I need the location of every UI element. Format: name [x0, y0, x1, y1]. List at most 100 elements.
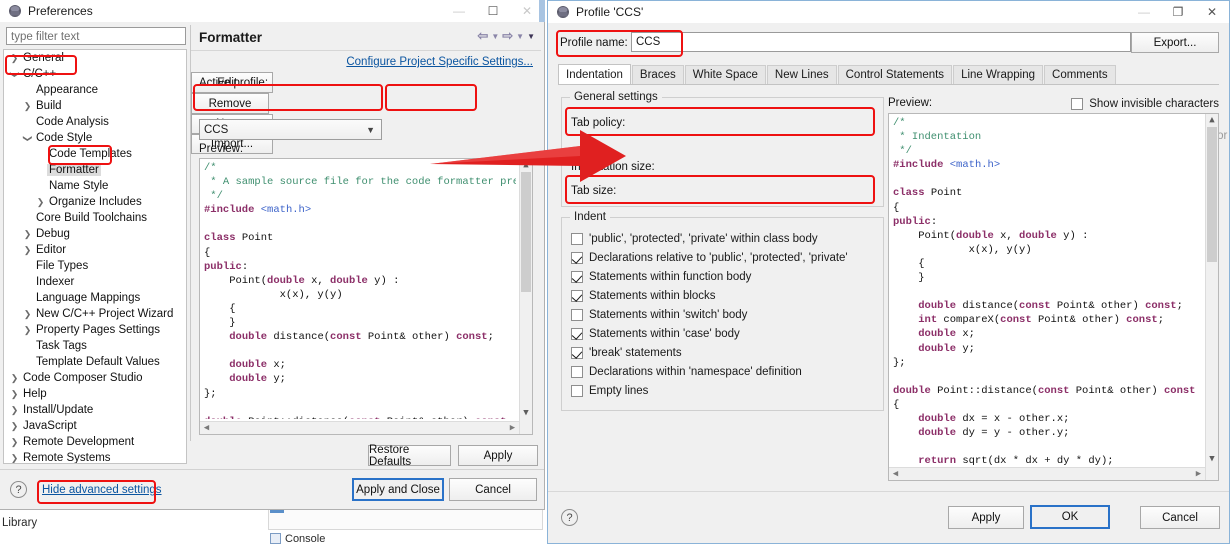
scroll-down-arrow-icon[interactable]: ▼: [1206, 453, 1218, 466]
forward-arrow-icon[interactable]: ⇨: [502, 28, 513, 44]
scrollbar-thumb[interactable]: [521, 172, 531, 292]
chevron-right-icon[interactable]: ❯: [21, 325, 34, 336]
preview-vertical-scrollbar[interactable]: ▲ ▼: [519, 159, 532, 434]
profile-preview-code[interactable]: /* * Indentation */ #include <math.h> cl…: [888, 113, 1219, 481]
chevron-right-icon[interactable]: ❯: [8, 405, 21, 416]
sidebar-item-debug[interactable]: ❯ Debug: [4, 226, 186, 242]
configure-project-specific-settings-link[interactable]: Configure Project Specific Settings...: [346, 56, 533, 68]
sidebar-item-file-types[interactable]: File Types: [4, 258, 186, 274]
help-icon[interactable]: ?: [561, 509, 578, 526]
view-menu-icon[interactable]: ▼: [527, 32, 535, 41]
scroll-left-arrow-icon[interactable]: ◀: [889, 468, 902, 480]
sidebar-item-code-analysis[interactable]: Code Analysis: [4, 114, 186, 130]
scrollbar-thumb[interactable]: [1207, 127, 1217, 262]
profile-preview-horizontal-scrollbar[interactable]: ◀ ▶: [889, 467, 1205, 480]
tab-white-space[interactable]: White Space: [684, 65, 766, 84]
tab-comments[interactable]: Comments: [1044, 65, 1116, 84]
show-invisible-row[interactable]: Show invisible characters: [1071, 94, 1219, 113]
sidebar-item-code-composer-studio[interactable]: ❯ Code Composer Studio: [4, 370, 186, 386]
minimize-button[interactable]: —: [1127, 1, 1161, 23]
chevron-right-icon[interactable]: ❯: [8, 53, 21, 64]
maximize-button[interactable]: ☐: [476, 0, 510, 22]
scroll-right-arrow-icon[interactable]: ▶: [506, 422, 519, 434]
chevron-right-icon[interactable]: ❯: [34, 197, 47, 208]
sidebar-item-code-templates[interactable]: Code Templates: [4, 146, 186, 162]
show-invisible-checkbox[interactable]: [1071, 97, 1084, 110]
tab-new-lines[interactable]: New Lines: [766, 65, 837, 84]
chevron-down-icon[interactable]: ❯: [9, 68, 20, 81]
indent-option-2[interactable]: Statements within function body: [571, 267, 881, 286]
close-button[interactable]: ✕: [1195, 1, 1229, 23]
chevron-right-icon[interactable]: ❯: [21, 309, 34, 320]
remove-profile-button[interactable]: Remove: [191, 93, 269, 114]
chevron-right-icon[interactable]: ❯: [8, 453, 21, 464]
sidebar-item-build[interactable]: ❯ Build: [4, 98, 186, 114]
sidebar-item-formatter[interactable]: Formatter: [4, 162, 186, 178]
sidebar-item-task-tags[interactable]: Task Tags: [4, 338, 186, 354]
formatter-preview-code[interactable]: /* * A sample source file for the code f…: [199, 158, 533, 435]
apply-and-close-button[interactable]: Apply and Close: [352, 478, 444, 501]
scroll-up-arrow-icon[interactable]: ▲: [1206, 114, 1218, 127]
sidebar-item-remote-systems[interactable]: ❯ Remote Systems: [4, 450, 186, 464]
tab-indentation[interactable]: Indentation: [558, 64, 631, 84]
sidebar-item-c-c[interactable]: ❯ C/C++: [4, 66, 186, 82]
filter-input[interactable]: type filter text: [6, 27, 186, 45]
chevron-right-icon[interactable]: ❯: [21, 245, 34, 256]
profile-cancel-button[interactable]: Cancel: [1140, 506, 1220, 529]
chevron-right-icon[interactable]: ❯: [8, 437, 21, 448]
chevron-right-icon[interactable]: ❯: [21, 229, 34, 240]
profile-ok-button[interactable]: OK: [1030, 505, 1110, 529]
indent-option-4[interactable]: Statements within 'switch' body: [571, 305, 881, 324]
checkbox[interactable]: [571, 346, 583, 359]
preferences-tree[interactable]: ❯ General ❯ C/C++ Appearance ❯ Build Code Analy…: [3, 49, 187, 464]
scroll-down-arrow-icon[interactable]: ▼: [520, 407, 532, 420]
sidebar-item-general[interactable]: ❯ General: [4, 50, 186, 66]
profile-apply-button[interactable]: Apply: [948, 506, 1024, 529]
sidebar-item-editor[interactable]: ❯ Editor: [4, 242, 186, 258]
maximize-button[interactable]: ❐: [1161, 1, 1195, 23]
checkbox[interactable]: [571, 365, 583, 378]
chevron-right-icon[interactable]: ❯: [21, 101, 34, 112]
checkbox[interactable]: [571, 251, 583, 264]
back-dropdown-icon[interactable]: ▼: [491, 32, 499, 41]
checkbox[interactable]: [571, 384, 583, 397]
checkbox[interactable]: [571, 232, 583, 245]
sidebar-item-install-update[interactable]: ❯ Install/Update: [4, 402, 186, 418]
profile-name-input[interactable]: CCS: [631, 32, 1131, 52]
chevron-right-icon[interactable]: ❯: [8, 421, 21, 432]
tab-control-statements[interactable]: Control Statements: [837, 65, 953, 84]
sidebar-item-organize-includes[interactable]: ❯ Organize Includes: [4, 194, 186, 210]
help-icon[interactable]: ?: [10, 481, 27, 498]
scroll-left-arrow-icon[interactable]: ◀: [200, 422, 213, 434]
chevron-right-icon[interactable]: ❯: [8, 389, 21, 400]
sidebar-item-indexer[interactable]: Indexer: [4, 274, 186, 290]
checkbox[interactable]: [571, 289, 583, 302]
forward-dropdown-icon[interactable]: ▼: [516, 32, 524, 41]
indent-option-3[interactable]: Statements within blocks: [571, 286, 881, 305]
sidebar-item-name-style[interactable]: Name Style: [4, 178, 186, 194]
scroll-right-arrow-icon[interactable]: ▶: [1192, 468, 1205, 480]
sidebar-item-remote-development[interactable]: ❯ Remote Development: [4, 434, 186, 450]
profile-tabs[interactable]: Indentation Braces White Space New Lines Con…: [558, 64, 1219, 85]
minimize-button[interactable]: —: [442, 0, 476, 22]
export-button[interactable]: Export...: [1131, 32, 1219, 53]
indent-option-0[interactable]: 'public', 'protected', 'private' within …: [571, 229, 881, 248]
checkbox[interactable]: [571, 327, 583, 340]
sidebar-item-property-pages-settings[interactable]: ❯ Property Pages Settings: [4, 322, 186, 338]
sidebar-item-core-build-toolchains[interactable]: Core Build Toolchains: [4, 210, 186, 226]
sidebar-item-code-style[interactable]: ❯ Code Style: [4, 130, 186, 146]
sidebar-item-template-default-values[interactable]: Template Default Values: [4, 354, 186, 370]
preview-horizontal-scrollbar[interactable]: ◀ ▶: [200, 421, 519, 434]
scroll-up-arrow-icon[interactable]: ▲: [520, 159, 532, 172]
active-profile-combo[interactable]: CCS ▼: [199, 119, 382, 140]
checkbox[interactable]: [571, 308, 583, 321]
indent-option-8[interactable]: Empty lines: [571, 381, 881, 400]
chevron-down-icon[interactable]: ❯: [22, 132, 33, 145]
indent-option-6[interactable]: 'break' statements: [571, 343, 881, 362]
checkbox[interactable]: [571, 270, 583, 283]
back-arrow-icon[interactable]: ⇦: [477, 28, 488, 44]
indent-option-7[interactable]: Declarations within 'namespace' definiti…: [571, 362, 881, 381]
tab-braces[interactable]: Braces: [631, 65, 684, 84]
sidebar-item-appearance[interactable]: Appearance: [4, 82, 186, 98]
sidebar-item-new-c-c-project-wizard[interactable]: ❯ New C/C++ Project Wizard: [4, 306, 186, 322]
